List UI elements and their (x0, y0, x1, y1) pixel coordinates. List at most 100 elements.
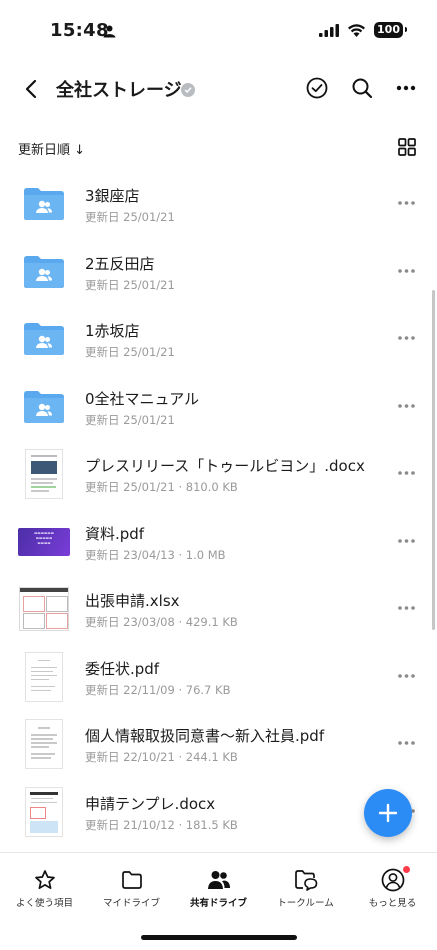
folder-row[interactable]: 2五反田店 更新日 25/01/21 (0, 238, 437, 306)
status-time: 15:48 (50, 20, 109, 41)
signal-icon (319, 23, 340, 37)
item-thumbnail (18, 718, 70, 770)
item-name: 出張申請.xlsx (85, 592, 180, 610)
document-thumbnail (25, 651, 63, 702)
tab-my-drive[interactable]: マイドライブ (88, 853, 175, 913)
folder-icon (119, 867, 145, 893)
shared-folder-icon (24, 323, 64, 355)
item-meta: 更新日 22/11/09 · 76.7 KB (85, 682, 231, 697)
item-more-button[interactable] (397, 330, 415, 346)
item-name: プレスリリース「トゥールビヨン」.docx (85, 457, 365, 475)
item-meta: 更新日 25/01/21 (85, 210, 175, 224)
item-name: 個人情報取扱同意書～新入社員.pdf (85, 727, 325, 745)
more-horizontal-icon (397, 403, 415, 408)
file-row[interactable]: ▬▬▬▬▬▬ ▬▬▬▬▬ ▬▬▬▬ 資料.pdf 更新日 23/04/13 · 1.… (0, 508, 437, 576)
plus-icon (378, 803, 398, 823)
tab-label: もっと見る (368, 898, 417, 909)
star-icon (32, 867, 58, 893)
search-icon (352, 78, 373, 99)
tab-talk-room[interactable]: トークルーム (262, 853, 349, 913)
folder-row[interactable]: 1赤坂店 更新日 25/01/21 (0, 305, 437, 373)
item-thumbnail (18, 313, 70, 365)
more-menu-button[interactable] (393, 75, 419, 101)
wifi-icon (348, 24, 366, 37)
folder-row[interactable]: 0全社マニュアル 更新日 25/01/21 (0, 373, 437, 441)
more-horizontal-icon (397, 741, 415, 745)
chevron-left-icon (25, 79, 37, 99)
more-horizontal-icon (396, 85, 416, 91)
notification-badge (403, 866, 410, 873)
people-icon (206, 867, 232, 893)
item-meta: 更新日 25/01/21 (85, 277, 175, 292)
item-thumbnail (18, 651, 70, 703)
folder-row[interactable]: 3銀座店 更新日 25/01/21 (0, 170, 437, 238)
tab-label: トークルーム (277, 898, 334, 909)
item-more-button[interactable] (397, 533, 415, 549)
file-row[interactable]: 出張申請.xlsx 更新日 23/03/08 · 429.1 KB (0, 575, 437, 643)
person-icon (103, 25, 116, 38)
file-row[interactable]: 委任状.pdf 更新日 22/11/09 · 76.7 KB (0, 643, 437, 711)
item-more-button[interactable] (397, 195, 415, 211)
item-more-button[interactable] (397, 465, 415, 481)
document-thumbnail (25, 719, 63, 769)
more-horizontal-icon (397, 268, 415, 273)
top-app-bar: 全社ストレージ (0, 62, 437, 114)
check-circle-icon (306, 77, 328, 99)
user-circle-icon (380, 867, 406, 893)
item-name: 1赤坂店 (85, 322, 140, 340)
sort-toggle[interactable]: 更新日順 ↓ (18, 139, 85, 158)
sort-bar: 更新日順 ↓ (0, 134, 437, 162)
item-meta: 更新日 23/04/13 · 1.0 MB (85, 547, 226, 562)
scrollbar[interactable] (432, 290, 435, 630)
chat-folder-icon (293, 867, 319, 893)
item-meta: 更新日 25/01/21 (85, 345, 175, 359)
more-horizontal-icon (397, 201, 415, 205)
more-horizontal-icon (397, 606, 415, 610)
add-button[interactable] (364, 789, 412, 837)
home-indicator (141, 935, 297, 940)
tab-label: マイドライブ (102, 898, 160, 909)
more-horizontal-icon (397, 471, 415, 475)
file-list: 3銀座店 更新日 25/01/21 2五反田店 更新日 25/01/21 1赤坂… (0, 170, 437, 845)
page-title: 全社ストレージ (56, 80, 182, 101)
verified-icon (181, 83, 195, 97)
item-more-button[interactable] (397, 600, 415, 616)
item-more-button[interactable] (397, 668, 415, 684)
tab-more[interactable]: もっと見る (349, 853, 436, 913)
more-horizontal-icon (397, 336, 415, 340)
item-meta: 更新日 25/01/21 (85, 412, 175, 427)
item-more-button[interactable] (397, 263, 415, 279)
item-name: 資料.pdf (85, 524, 145, 543)
tab-favorites[interactable]: よく使う項目 (1, 853, 88, 913)
battery-indicator: 100 (374, 22, 407, 38)
grid-view-icon[interactable] (397, 137, 417, 157)
tab-shared-drive[interactable]: 共有ドライブ (175, 853, 262, 913)
status-bar: 15:48 100 (0, 0, 437, 62)
item-more-button[interactable] (397, 735, 415, 751)
item-thumbnail (18, 178, 70, 230)
item-thumbnail: ▬▬▬▬▬▬ ▬▬▬▬▬ ▬▬▬▬ (18, 516, 70, 568)
item-thumbnail (18, 381, 70, 433)
tab-label: 共有ドライブ (189, 898, 247, 909)
item-meta: 更新日 22/10/21 · 244.1 KB (85, 750, 238, 764)
shared-folder-icon (24, 390, 64, 423)
back-button[interactable] (18, 76, 44, 102)
item-meta: 更新日 23/03/08 · 429.1 KB (85, 615, 238, 629)
document-thumbnail (25, 786, 63, 837)
item-meta: 更新日 25/01/21 · 810.0 KB (85, 480, 238, 494)
item-meta: 更新日 21/10/12 · 181.5 KB (85, 817, 238, 832)
shared-folder-icon (24, 188, 64, 220)
item-name: 2五反田店 (85, 254, 155, 273)
item-thumbnail (18, 246, 70, 298)
item-name: 委任状.pdf (85, 659, 160, 678)
select-button[interactable] (304, 75, 330, 101)
file-row[interactable]: プレスリリース「トゥールビヨン」.docx 更新日 25/01/21 · 810… (0, 440, 437, 508)
item-more-button[interactable] (397, 398, 415, 414)
item-name: 申請テンプレ.docx (85, 794, 216, 813)
file-row[interactable]: 個人情報取扱同意書～新入社員.pdf 更新日 22/10/21 · 244.1 … (0, 710, 437, 778)
item-name: 0全社マニュアル (85, 389, 200, 408)
document-thumbnail (25, 449, 63, 499)
shared-folder-icon (24, 255, 64, 288)
more-horizontal-icon (397, 538, 415, 543)
search-button[interactable] (349, 75, 375, 101)
